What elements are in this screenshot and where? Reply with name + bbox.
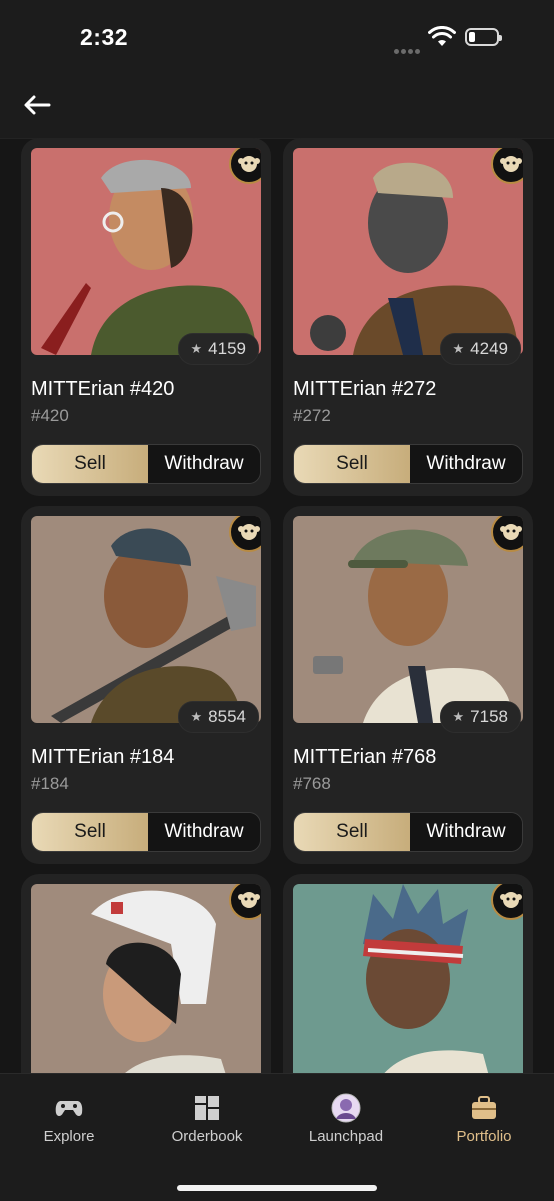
nft-card[interactable]: ★ 4249 MITTErian #272 #272 Sell Withdraw bbox=[283, 138, 533, 496]
rank-value: 4249 bbox=[470, 339, 508, 358]
nft-title: MITTErian #184 bbox=[31, 746, 175, 768]
battery-icon bbox=[465, 28, 502, 46]
rank-value: 4159 bbox=[208, 339, 246, 358]
nft-image bbox=[293, 148, 523, 355]
tab-portfolio[interactable]: Portfolio bbox=[429, 1094, 539, 1145]
status-time: 2:32 bbox=[80, 24, 129, 50]
tab-launchpad[interactable]: Launchpad bbox=[291, 1093, 401, 1145]
nft-token-id: #768 bbox=[293, 774, 331, 793]
tab-orderbook[interactable]: Orderbook bbox=[152, 1094, 262, 1145]
rank-value: 8554 bbox=[208, 707, 246, 726]
nft-card[interactable]: ★ 4159 MITTErian #420 #420 Sell Withdraw bbox=[21, 138, 271, 496]
star-icon: ★ bbox=[190, 341, 203, 356]
rarity-rank-badge: ★ 4249 bbox=[439, 333, 521, 365]
star-icon: ★ bbox=[190, 709, 203, 724]
nft-card[interactable] bbox=[283, 874, 533, 1073]
nft-image bbox=[293, 884, 523, 1073]
rarity-rank-badge: ★ 4159 bbox=[177, 333, 259, 365]
app-header bbox=[0, 70, 554, 139]
nft-title: MITTErian #420 bbox=[31, 378, 175, 400]
sell-button[interactable]: Sell bbox=[294, 813, 410, 851]
sell-button[interactable]: Sell bbox=[32, 813, 148, 851]
grid-icon bbox=[195, 1096, 219, 1120]
nft-grid: ★ 4159 MITTErian #420 #420 Sell Withdraw bbox=[0, 138, 554, 1073]
briefcase-icon bbox=[472, 1096, 496, 1119]
nft-title: MITTErian #768 bbox=[293, 746, 437, 768]
tab-label: Portfolio bbox=[456, 1128, 512, 1145]
sell-button[interactable]: Sell bbox=[294, 445, 410, 483]
rarity-rank-badge: ★ 8554 bbox=[177, 701, 259, 733]
tab-label: Orderbook bbox=[171, 1128, 243, 1145]
tab-label: Explore bbox=[43, 1128, 95, 1145]
withdraw-button[interactable]: Withdraw bbox=[148, 445, 260, 483]
rank-value: 7158 bbox=[470, 707, 508, 726]
withdraw-button[interactable]: Withdraw bbox=[410, 445, 522, 483]
nft-image bbox=[31, 884, 261, 1073]
star-icon: ★ bbox=[452, 341, 465, 356]
wifi-icon bbox=[428, 26, 456, 46]
action-buttons: Sell Withdraw bbox=[31, 812, 261, 852]
action-buttons: Sell Withdraw bbox=[293, 444, 523, 484]
avatar-icon bbox=[331, 1093, 361, 1123]
nft-token-id: #420 bbox=[31, 406, 69, 425]
nft-image bbox=[31, 516, 261, 723]
nft-title: MITTErian #272 bbox=[293, 378, 437, 400]
nft-card[interactable]: ★ 7158 MITTErian #768 #768 Sell Withdraw bbox=[283, 506, 533, 864]
action-buttons: Sell Withdraw bbox=[293, 812, 523, 852]
sell-button[interactable]: Sell bbox=[32, 445, 148, 483]
back-arrow-icon[interactable] bbox=[22, 94, 52, 116]
tab-explore[interactable]: Explore bbox=[14, 1094, 124, 1145]
nft-token-id: #184 bbox=[31, 774, 69, 793]
action-buttons: Sell Withdraw bbox=[31, 444, 261, 484]
nft-token-id: #272 bbox=[293, 406, 331, 425]
gamepad-icon bbox=[55, 1101, 83, 1116]
withdraw-button[interactable]: Withdraw bbox=[410, 813, 522, 851]
cellular-signal-icon bbox=[394, 41, 422, 59]
tab-label: Launchpad bbox=[308, 1128, 384, 1145]
home-indicator bbox=[177, 1185, 377, 1191]
star-icon: ★ bbox=[452, 709, 465, 724]
nft-image bbox=[31, 148, 261, 355]
status-bar: 2:32 bbox=[0, 0, 554, 70]
nft-image bbox=[293, 516, 523, 723]
withdraw-button[interactable]: Withdraw bbox=[148, 813, 260, 851]
nft-card[interactable] bbox=[21, 874, 271, 1073]
rarity-rank-badge: ★ 7158 bbox=[439, 701, 521, 733]
bottom-tab-bar: Explore Orderbook Launchpad Portfolio bbox=[0, 1073, 554, 1201]
nft-card[interactable]: ★ 8554 MITTErian #184 #184 Sell Withdraw bbox=[21, 506, 271, 864]
